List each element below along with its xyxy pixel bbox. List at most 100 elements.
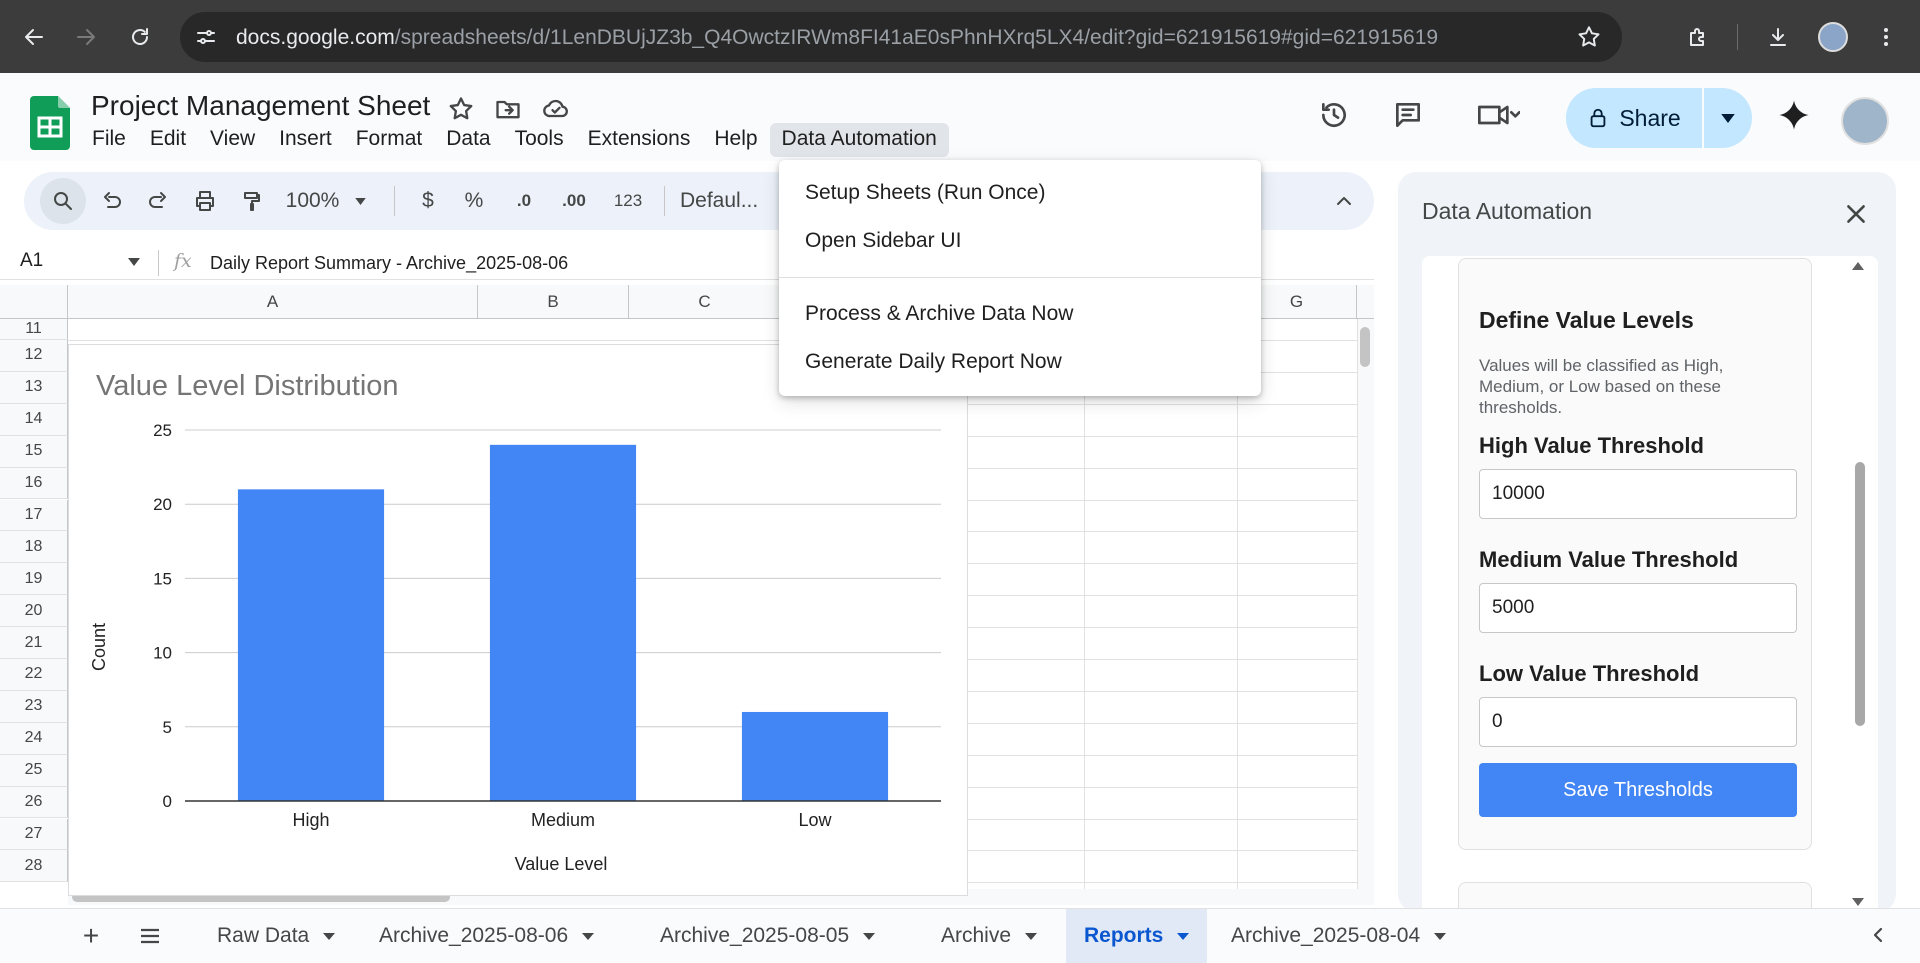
row-header[interactable]: 19 — [0, 563, 68, 596]
row-header[interactable]: 23 — [0, 690, 68, 723]
decrease-decimal-button[interactable]: .0 — [504, 172, 544, 230]
print-button[interactable] — [186, 172, 224, 230]
row-header[interactable]: 21 — [0, 627, 68, 659]
reload-button[interactable] — [120, 17, 160, 57]
undo-button[interactable] — [94, 172, 130, 230]
increase-decimal-button[interactable]: .00 — [552, 172, 596, 230]
save-thresholds-button[interactable]: Save Thresholds — [1479, 763, 1797, 817]
percent-format-button[interactable]: % — [458, 172, 490, 230]
row-header[interactable]: 27 — [0, 818, 68, 851]
back-button[interactable] — [14, 17, 54, 57]
sheet-list-collapse-button[interactable] — [1866, 923, 1890, 952]
caret-down-icon[interactable] — [582, 932, 595, 940]
gemini-button[interactable] — [1774, 95, 1814, 135]
menu-item-generate-report[interactable]: Generate Daily Report Now — [779, 338, 1261, 386]
sheet-tab-raw-data[interactable]: Raw Data — [204, 909, 349, 963]
extensions-button[interactable] — [1678, 17, 1718, 57]
menu-data-automation[interactable]: Data Automation — [769, 123, 949, 157]
caret-down-icon[interactable] — [1025, 932, 1038, 940]
zoom-select[interactable]: 100% — [278, 172, 374, 230]
comments-button[interactable] — [1388, 95, 1428, 135]
all-sheets-button[interactable] — [138, 924, 162, 953]
sheet-tab-reports[interactable]: Reports — [1066, 909, 1208, 963]
caret-down-icon[interactable] — [863, 932, 876, 940]
row-header[interactable]: 16 — [0, 467, 68, 500]
close-sidebar-button[interactable] — [1838, 196, 1874, 232]
menu-insert[interactable]: Insert — [267, 123, 344, 157]
bar-medium[interactable] — [489, 444, 637, 801]
menu-edit[interactable]: Edit — [138, 123, 198, 157]
select-all-corner[interactable] — [0, 285, 68, 319]
row-header[interactable]: 13 — [0, 371, 68, 404]
medium-threshold-input[interactable]: 5000 — [1479, 583, 1797, 633]
sheet-tab-archive[interactable]: Archive — [928, 909, 1051, 963]
redo-button[interactable] — [140, 172, 176, 230]
account-avatar[interactable] — [1841, 97, 1889, 145]
menu-item-process-archive[interactable]: Process & Archive Data Now — [779, 290, 1261, 338]
row-header[interactable]: 18 — [0, 531, 68, 564]
move-button[interactable] — [494, 95, 522, 123]
bar-low[interactable] — [741, 711, 889, 801]
column-header-b[interactable]: B — [478, 285, 629, 319]
caret-down-icon[interactable] — [323, 932, 336, 940]
column-header-a[interactable]: A — [68, 285, 478, 319]
name-box[interactable]: A1 — [20, 250, 43, 272]
site-settings-icon[interactable] — [194, 25, 218, 49]
low-threshold-input[interactable]: 0 — [1479, 697, 1797, 747]
vertical-scroll-thumb[interactable] — [1360, 327, 1370, 367]
cloud-status-button[interactable] — [542, 95, 570, 123]
row-header[interactable]: 15 — [0, 435, 68, 468]
sheet-tab-archive-2025-08-05[interactable]: Archive_2025-08-05 — [647, 909, 889, 963]
add-sheet-button[interactable]: + — [76, 921, 106, 951]
row-header[interactable]: 28 — [0, 850, 68, 883]
bar-high[interactable] — [237, 489, 385, 801]
browser-menu-button[interactable] — [1866, 17, 1906, 57]
row-header[interactable]: 26 — [0, 786, 68, 819]
row-header[interactable]: 12 — [0, 340, 68, 372]
column-header-c[interactable]: C — [629, 285, 781, 319]
menu-file[interactable]: File — [80, 123, 138, 157]
formula-input[interactable]: Daily Report Summary - Archive_2025-08-0… — [210, 253, 568, 274]
sheet-tab-archive-2025-08-06[interactable]: Archive_2025-08-06 — [366, 909, 608, 963]
bookmark-star-icon[interactable] — [1576, 24, 1602, 50]
more-formats-button[interactable]: 123 — [602, 172, 654, 230]
search-menus-button[interactable] — [40, 178, 86, 224]
menu-item-open-sidebar[interactable]: Open Sidebar UI — [779, 217, 1261, 265]
paint-format-button[interactable] — [234, 172, 270, 230]
document-title[interactable]: Project Management Sheet — [91, 90, 430, 122]
menu-item-setup-sheets[interactable]: Setup Sheets (Run Once) — [779, 169, 1261, 217]
vertical-scrollbar[interactable] — [1358, 319, 1374, 905]
row-header[interactable]: 25 — [0, 754, 68, 787]
caret-down-icon[interactable] — [1434, 932, 1447, 940]
meet-button[interactable] — [1468, 95, 1528, 135]
row-header[interactable]: 24 — [0, 722, 68, 755]
menu-data[interactable]: Data — [434, 123, 502, 157]
menu-view[interactable]: View — [198, 123, 267, 157]
menu-tools[interactable]: Tools — [503, 123, 576, 157]
share-dropdown-button[interactable] — [1704, 88, 1752, 148]
row-header[interactable]: 17 — [0, 499, 68, 532]
caret-down-icon[interactable] — [1177, 932, 1190, 940]
sheet-tab-archive-2025-08-04[interactable]: Archive_2025-08-04 — [1218, 909, 1460, 963]
version-history-button[interactable] — [1314, 95, 1354, 135]
caret-down-icon[interactable] — [128, 258, 140, 266]
sheets-logo-icon[interactable] — [30, 96, 70, 150]
row-header[interactable]: 20 — [0, 595, 68, 628]
row-header[interactable]: 11 — [0, 319, 68, 340]
collapse-toolbar-button[interactable] — [1326, 172, 1362, 230]
share-button[interactable]: Share — [1566, 88, 1704, 148]
scroll-up-icon[interactable] — [1852, 262, 1864, 270]
sidebar-scroll-thumb[interactable] — [1855, 462, 1865, 726]
high-threshold-input[interactable]: 10000 — [1479, 469, 1797, 519]
menu-format[interactable]: Format — [344, 123, 435, 157]
address-bar[interactable]: docs.google.com/spreadsheets/d/1LenDBUjJ… — [180, 12, 1622, 62]
bar-chart[interactable]: Value Level Distribution 0 5 10 15 20 25 High… — [68, 344, 968, 896]
row-header[interactable]: 14 — [0, 403, 68, 436]
forward-button[interactable] — [66, 17, 106, 57]
star-button[interactable] — [447, 95, 475, 123]
currency-format-button[interactable]: $ — [412, 172, 444, 230]
downloads-button[interactable] — [1758, 17, 1798, 57]
menu-extensions[interactable]: Extensions — [576, 123, 703, 157]
profile-avatar[interactable] — [1818, 22, 1848, 52]
row-header[interactable]: 22 — [0, 659, 68, 691]
